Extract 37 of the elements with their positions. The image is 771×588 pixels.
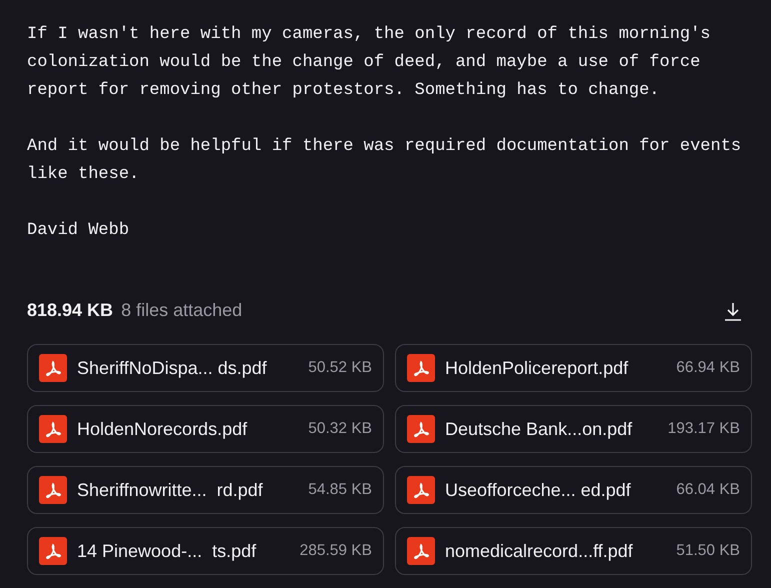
message-paragraph: David Webb: [27, 220, 130, 242]
attachment-card[interactable]: Sheriffnowritte... rd.pdf 54.85 KB: [27, 466, 384, 514]
attachment-card[interactable]: SheriffNoDispa... ds.pdf 50.52 KB: [27, 344, 384, 392]
pdf-icon: [39, 537, 67, 565]
file-name: 14 Pinewood-... ts.pdf: [77, 540, 258, 563]
pdf-icon: [39, 476, 67, 504]
pdf-icon: [407, 476, 435, 504]
attachment-card[interactable]: Deutsche Bank...on.pdf 193.17 KB: [395, 405, 752, 453]
file-name: SheriffNoDispa... ds.pdf: [77, 356, 268, 380]
file-name: HoldenNorecords.pdf: [77, 418, 248, 441]
file-size: 54.85 KB: [308, 480, 372, 500]
total-size: 818.94 KB: [27, 298, 114, 322]
pdf-icon: [39, 354, 67, 382]
pdf-icon: [407, 537, 435, 565]
attachment-card[interactable]: 14 Pinewood-... ts.pdf 285.59 KB: [27, 527, 384, 575]
file-name: Sheriffnowritte... rd.pdf: [77, 478, 264, 502]
file-count: 8 files attached: [121, 298, 242, 322]
file-size: 66.04 KB: [676, 480, 740, 500]
file-size: 51.50 KB: [676, 541, 740, 562]
pdf-icon: [407, 415, 435, 443]
file-name: Deutsche Bank...on.pdf: [445, 418, 634, 441]
pdf-icon: [39, 415, 67, 443]
attachment-card[interactable]: HoldenNorecords.pdf 50.32 KB: [27, 405, 384, 453]
file-size: 50.32 KB: [308, 419, 372, 440]
message-paragraph: And it would be helpful if there was required documentation for events like these.: [27, 136, 742, 186]
attachment-card[interactable]: Useofforceche... ed.pdf 66.04 KB: [395, 466, 752, 514]
file-name: Useofforceche... ed.pdf: [445, 478, 632, 502]
attachment-card[interactable]: nomedicalrecord...ff.pdf 51.50 KB: [395, 527, 752, 575]
file-name: HoldenPolicereport.pdf: [445, 356, 630, 380]
file-size: 50.52 KB: [308, 358, 372, 378]
file-size: 66.94 KB: [676, 358, 740, 378]
attachment-card[interactable]: HoldenPolicereport.pdf 66.94 KB: [395, 344, 752, 392]
file-name: nomedicalrecord...ff.pdf: [445, 540, 634, 563]
file-size: 285.59 KB: [300, 541, 372, 562]
pdf-icon: [407, 354, 435, 382]
file-size: 193.17 KB: [668, 419, 740, 440]
message-paragraph: If I wasn't here with my cameras, the only record of this morning's colonization would be the change of deed, and maybe a use of force report for removing other protestors. Something has to change.: [27, 24, 712, 102]
